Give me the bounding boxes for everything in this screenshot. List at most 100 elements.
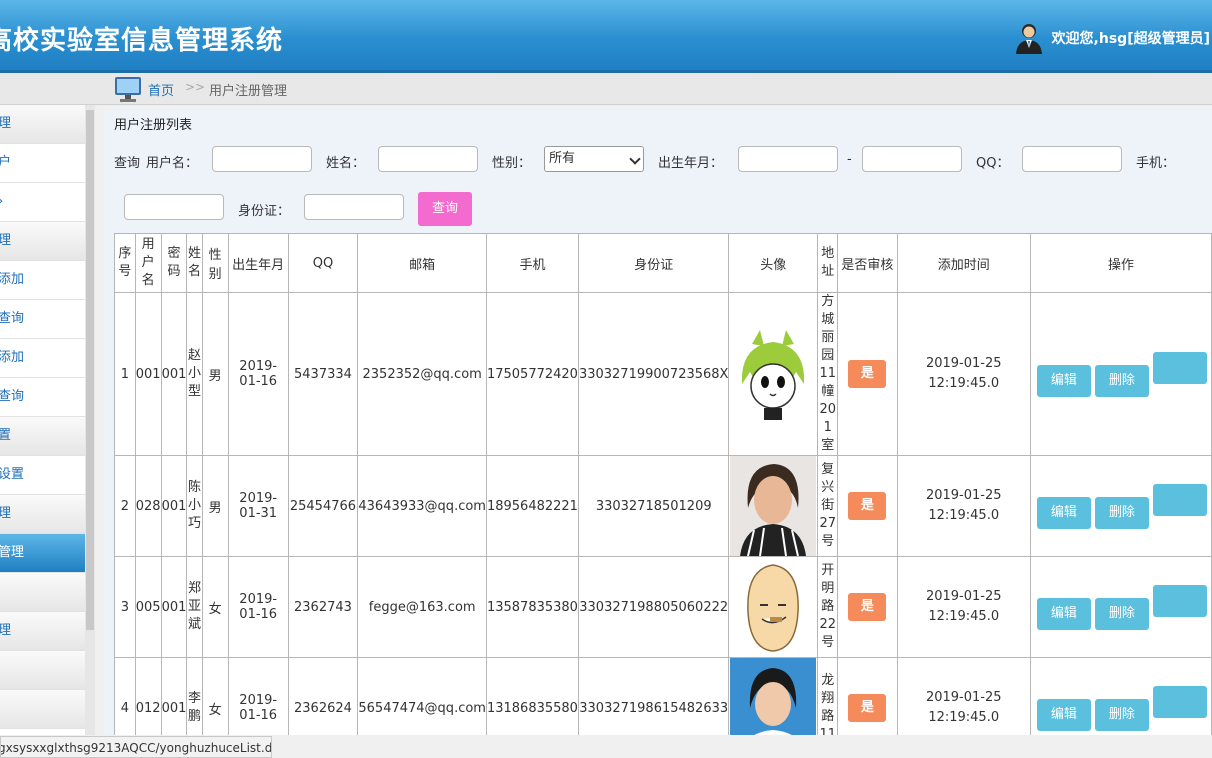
- name-input[interactable]: [378, 146, 478, 172]
- cell-idcard: 330327198805060222: [577, 556, 730, 658]
- edit-button[interactable]: 编辑: [1036, 698, 1091, 731]
- more-button[interactable]: [1152, 351, 1207, 384]
- cell-address: 方城丽园11幢201室: [817, 292, 839, 456]
- list-title: 用户注册列表: [114, 118, 193, 133]
- gender-select[interactable]: 所有: [544, 146, 644, 172]
- sidebar-scrollbar-thumb[interactable]: [86, 110, 94, 630]
- column-header: 地址: [817, 233, 839, 293]
- sidebar-item[interactable]: [0, 690, 85, 729]
- username-input[interactable]: [212, 146, 312, 172]
- sidebar-item[interactable]: 添加: [0, 261, 85, 300]
- delete-button[interactable]: 删除: [1094, 698, 1149, 731]
- app-header: 高校实验室信息管理系统 欢迎您,hsg[超级管理员]: [0, 0, 1212, 73]
- edit-button[interactable]: 编辑: [1036, 597, 1091, 630]
- cell-username: 012: [134, 657, 162, 735]
- birth-dash: -: [847, 152, 852, 167]
- birth-start-input[interactable]: [738, 146, 838, 172]
- cell-phone: 18956482221: [485, 455, 579, 557]
- column-header: 密码: [160, 233, 188, 293]
- cell-qq: 2362743: [287, 556, 359, 658]
- birth-end-input[interactable]: [862, 146, 962, 172]
- column-header: 手机: [485, 233, 579, 293]
- cell-email: 2352352@qq.com: [357, 292, 487, 456]
- cell-email: 56547474@qq.com: [357, 657, 487, 735]
- cell-audit: 是: [837, 556, 898, 658]
- column-header: 邮箱: [357, 233, 487, 293]
- cell-address: 龙翔路11: [817, 657, 839, 735]
- birth-label: 出生年月：: [658, 156, 724, 171]
- column-header: 添加时间: [896, 233, 1031, 293]
- qq-input[interactable]: [1022, 146, 1122, 172]
- cell-time: 2019-01-25 12:19:45.0: [896, 657, 1031, 735]
- idcard-label: 身份证：: [238, 204, 291, 219]
- cell-username: 005: [134, 556, 162, 658]
- sidebar-item[interactable]: 置: [0, 417, 85, 456]
- sidebar-item[interactable]: 查询: [0, 378, 85, 417]
- more-button[interactable]: [1152, 584, 1207, 617]
- sidebar-item[interactable]: 理: [0, 222, 85, 261]
- cell-ops: 编辑 删除: [1029, 657, 1212, 735]
- sidebar-item[interactable]: [0, 651, 85, 690]
- status-bar: gxsysxxglxthsg9213AQCC/yonghuzhuceList.d…: [0, 736, 272, 758]
- sidebar-item[interactable]: 添加: [0, 339, 85, 378]
- query-button[interactable]: 查询: [418, 192, 472, 226]
- sidebar: 理 户 › 理 添加 查询 添加 查询 置 设置 理 管理 理: [0, 105, 85, 735]
- status-url: gxsysxxglxthsg9213AQCC/yonghuzhuceList.d…: [0, 741, 272, 755]
- gender-label: 性别：: [492, 156, 532, 171]
- phone-input[interactable]: [124, 194, 224, 220]
- cell-address: 开明路22号: [817, 556, 839, 658]
- cell-no: 4: [114, 657, 136, 735]
- delete-button[interactable]: 删除: [1094, 597, 1149, 630]
- cell-birth: 2019-01-16: [227, 292, 289, 456]
- cell-username: 028: [134, 455, 162, 557]
- name-label: 姓名：: [326, 156, 366, 171]
- cell-avatar: [728, 556, 819, 658]
- edit-button[interactable]: 编辑: [1036, 364, 1091, 397]
- monitor-icon: [115, 77, 141, 102]
- cell-idcard: 33032718501209: [577, 455, 730, 557]
- cell-name: 陈小巧: [186, 455, 203, 557]
- breadcrumb-home-link[interactable]: 首页: [148, 80, 174, 99]
- cell-time: 2019-01-25 12:19:45.0: [896, 292, 1031, 456]
- column-header: 序号: [114, 233, 136, 293]
- table-row: 2 028 001 陈小巧 男 2019-01-31 25454766 4364…: [114, 455, 1212, 557]
- sidebar-item[interactable]: 理: [0, 105, 85, 144]
- cell-name: 李鹏: [186, 657, 203, 735]
- more-button[interactable]: [1152, 483, 1207, 516]
- cell-email: 43643933@qq.com: [357, 455, 487, 557]
- cartoon-green-hair-avatar-icon: [730, 324, 817, 424]
- main-content: 用户注册列表 查询 用户名： 姓名： 性别： 所有 出生年月： - QQ： 手机…: [104, 110, 1212, 735]
- sidebar-item[interactable]: ›: [0, 183, 85, 222]
- cell-qq: 25454766: [287, 455, 359, 557]
- sidebar-item[interactable]: 查询: [0, 300, 85, 339]
- cell-password: 001: [160, 455, 188, 557]
- delete-button[interactable]: 删除: [1094, 364, 1149, 397]
- cell-audit: 是: [837, 657, 898, 735]
- delete-button[interactable]: 删除: [1094, 496, 1149, 529]
- cell-ops: 编辑 删除: [1029, 292, 1212, 456]
- user-info: 欢迎您,hsg[超级管理员]: [1014, 22, 1210, 54]
- more-button[interactable]: [1152, 685, 1207, 718]
- audit-badge: 是: [848, 360, 887, 388]
- sidebar-item[interactable]: 设置: [0, 456, 85, 495]
- cell-name: 郑亚斌: [186, 556, 203, 658]
- cell-avatar: [728, 292, 819, 456]
- sidebar-item[interactable]: 理: [0, 495, 85, 534]
- cell-no: 3: [114, 556, 136, 658]
- cell-birth: 2019-01-16: [227, 657, 289, 735]
- column-header: 操作: [1029, 233, 1212, 293]
- column-header: 是否审核: [837, 233, 898, 293]
- edit-button[interactable]: 编辑: [1036, 496, 1091, 529]
- column-header: 姓名: [186, 233, 203, 293]
- sidebar-item-active[interactable]: 管理: [0, 534, 85, 573]
- table-row: 1 001 001 赵小型 男 2019-01-16 5437334 23523…: [114, 292, 1212, 456]
- sidebar-item[interactable]: 理: [0, 612, 85, 651]
- idcard-input[interactable]: [304, 194, 404, 220]
- cell-phone: 13186835580: [485, 657, 579, 735]
- cell-idcard: 33032719900723568X: [577, 292, 730, 456]
- cell-time: 2019-01-25 12:19:45.0: [896, 455, 1031, 557]
- sidebar-item[interactable]: [0, 573, 85, 612]
- woman-id-photo-avatar-icon: [730, 658, 817, 735]
- breadcrumb-current: 用户注册管理: [209, 84, 288, 99]
- sidebar-item[interactable]: 户: [0, 144, 85, 183]
